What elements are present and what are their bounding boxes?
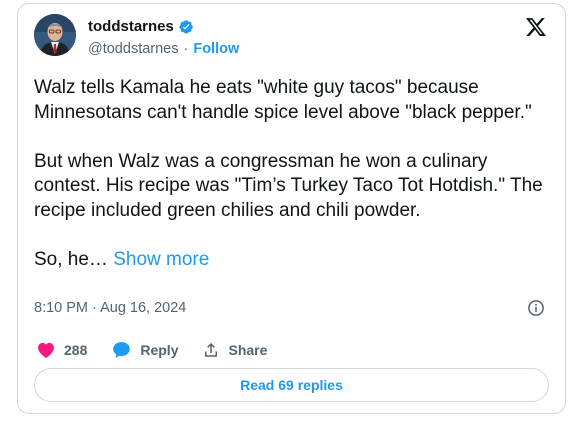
heart-icon [38,342,54,358]
tweet-paragraph: Walz tells Kamala he eats "white guy tac… [34,77,532,123]
user-handle[interactable]: @toddstarnes [88,41,179,57]
tweet-truncated-line: So, he… Show more [34,248,549,273]
share-label: Share [228,342,268,358]
share-button[interactable]: Share [202,341,267,359]
tweet-paragraph: But when Walz was a congressman he won a… [34,150,543,221]
follow-button[interactable]: Follow [193,41,239,57]
reply-button[interactable]: Reply [111,340,178,360]
tweet-card[interactable]: toddstarnes @toddstarnes · Follow Walz t… [17,3,566,414]
handle-row: @toddstarnes · Follow [88,41,239,57]
like-button[interactable]: 288 [36,340,87,360]
avatar-image [34,14,76,56]
truncated-text: So, he… [34,248,108,270]
x-logo-icon[interactable] [525,16,547,38]
action-bar: 288 Reply Share [36,340,291,360]
verified-badge-icon [179,19,193,34]
timestamp[interactable]: 8:10 PM · Aug 16, 2024 [34,300,186,316]
like-count: 288 [64,342,88,358]
display-name[interactable]: toddstarnes [88,18,174,35]
info-icon[interactable] [527,299,545,317]
speech-bubble-icon [113,342,131,358]
show-more-link[interactable]: Show more [113,249,209,270]
tweet-body: Walz tells Kamala he eats "white guy tac… [34,76,549,297]
avatar[interactable] [34,14,76,56]
read-replies-label[interactable]: Read 69 replies [240,377,343,393]
read-replies-button[interactable]: Read 69 replies [34,368,549,402]
display-name-row[interactable]: toddstarnes [88,18,194,35]
reply-label: Reply [140,342,179,358]
separator-dot: · [183,41,189,57]
page: toddstarnes @toddstarnes · Follow Walz t… [0,0,582,427]
share-upload-icon [205,342,218,357]
